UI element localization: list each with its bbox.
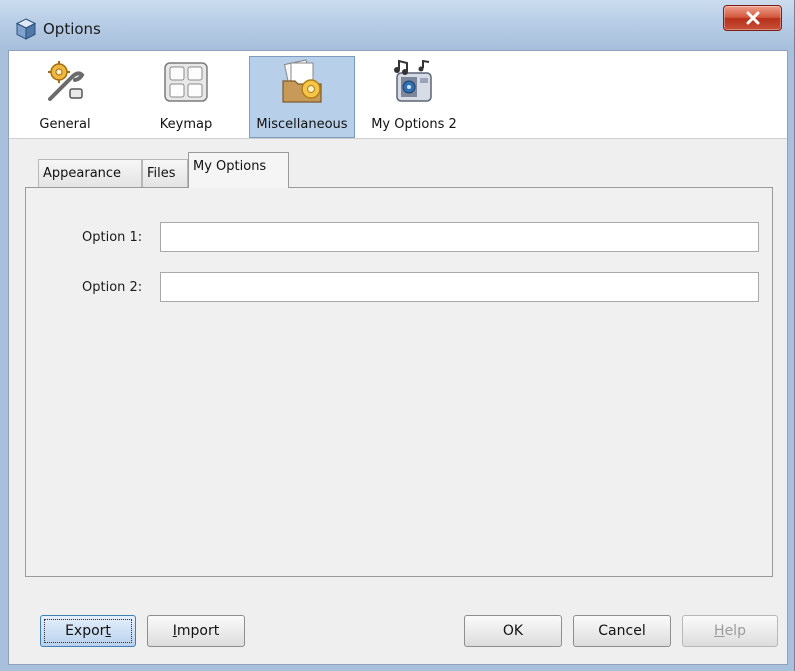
option-1-label: Option 1: (82, 230, 143, 245)
folder-gear-icon (282, 59, 322, 103)
cube-app-icon (15, 18, 37, 40)
option-2-input[interactable] (160, 272, 759, 302)
tab-my-options[interactable]: My Options (188, 152, 289, 188)
import-button[interactable]: Import (147, 615, 245, 647)
export-button[interactable]: Export (40, 615, 136, 647)
tab-appearance[interactable]: Appearance (38, 159, 142, 188)
gear-wrench-icon (48, 61, 85, 101)
help-label: Help (714, 623, 746, 639)
keyboard-icon (164, 62, 208, 102)
category-my-options-2[interactable]: My Options 2 (365, 57, 463, 137)
category-label: General (39, 117, 91, 132)
close-x-icon (746, 11, 759, 25)
category-general[interactable]: General (29, 57, 101, 137)
option-1-input[interactable] (160, 222, 759, 252)
ok-button[interactable]: OK (464, 615, 562, 647)
category-label: Keymap (159, 117, 213, 132)
help-button[interactable]: Help (682, 615, 778, 647)
category-label: My Options 2 (371, 117, 457, 132)
tab-files[interactable]: Files (142, 159, 188, 188)
category-toolbar: General Keymap Miscellaneous My Options … (9, 51, 787, 139)
music-media-icon (394, 59, 432, 102)
export-label: Export (65, 623, 111, 639)
dialog-body: General Keymap Miscellaneous My Options … (8, 50, 788, 665)
window-title: Options (43, 20, 101, 38)
category-miscellaneous[interactable]: Miscellaneous (249, 56, 355, 138)
title-bar[interactable]: Options (0, 0, 794, 50)
cancel-button[interactable]: Cancel (573, 615, 671, 647)
category-keymap[interactable]: Keymap (149, 57, 223, 137)
my-options-panel: Option 1: Option 2: (25, 187, 773, 577)
option-2-label: Option 2: (82, 280, 143, 295)
close-button[interactable] (723, 5, 782, 31)
import-label: Import (172, 623, 220, 639)
options-dialog: Options General Keymap Miscellaneous My … (0, 0, 795, 671)
category-label: Miscellaneous (256, 117, 348, 132)
